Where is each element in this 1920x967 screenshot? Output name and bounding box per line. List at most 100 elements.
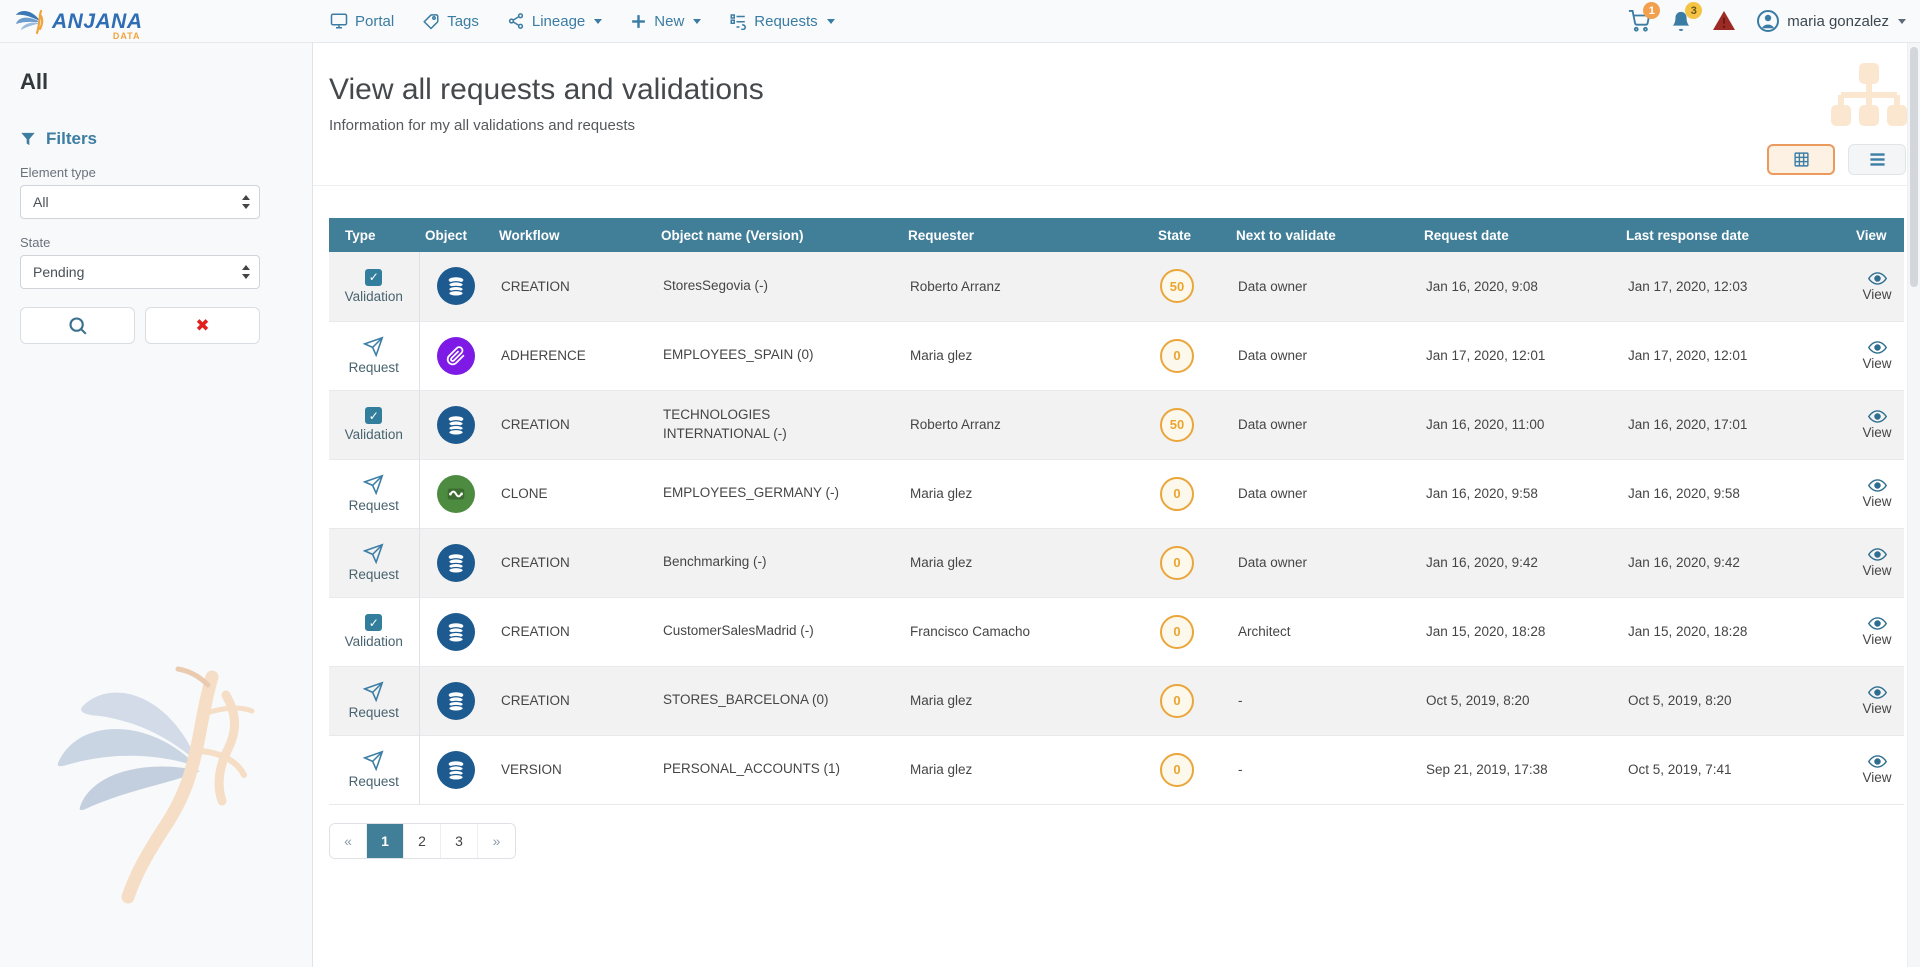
search-button[interactable] [20,307,135,344]
request-date-cell: Jan 16, 2020, 9:42 [1418,528,1620,597]
request-paper-plane-icon [363,474,384,495]
element-type-select[interactable]: All [20,185,260,219]
nav-item-lineage[interactable]: Lineage [507,12,602,30]
pagination-page-1[interactable]: 1 [367,824,404,858]
type-label: Validation [345,634,403,649]
view-button[interactable]: View [1862,616,1891,647]
sidebar-title: All [20,69,292,95]
type-cell: Validation [329,252,419,321]
nav-item-new[interactable]: New [630,13,701,30]
nav-item-portal[interactable]: Portal [330,12,394,30]
col-view: View [1850,218,1904,252]
object-icon [437,406,475,444]
requester-cell: Maria glez [902,735,1152,804]
last-response-date-cell: Jan 16, 2020, 9:42 [1620,528,1850,597]
view-button[interactable]: View [1862,271,1891,302]
last-response-date-cell: Oct 5, 2019, 7:41 [1620,735,1850,804]
type-label: Validation [345,427,403,442]
state-select-wrap: Pending [20,255,260,289]
object-name-cell: EMPLOYEES_GERMANY (-) [655,459,902,528]
requester-cell: Maria glez [902,666,1152,735]
scrollbar-thumb[interactable] [1910,47,1918,287]
workflow-cell: CREATION [493,597,655,666]
nav-label: Tags [447,13,479,30]
cart-badge: 1 [1643,2,1660,19]
pagination-page-2[interactable]: 2 [404,824,441,858]
view-button[interactable]: View [1862,547,1891,578]
main-content: View all requests and validations Inform… [313,43,1920,967]
next-to-validate-cell: Data owner [1230,459,1418,528]
state-badge: 0 [1160,546,1194,580]
workflow-cell: CREATION [493,666,655,735]
workflow-cell: CREATION [493,528,655,597]
next-to-validate-cell: - [1230,666,1418,735]
list-view-button[interactable] [1848,144,1906,175]
object-icon [437,613,475,651]
view-label: View [1862,632,1891,647]
state-cell: 0 [1152,666,1230,735]
view-button[interactable]: View [1862,340,1891,371]
object-name-cell: Benchmarking (-) [655,528,902,597]
pagination-next[interactable]: » [478,824,515,858]
cart-button[interactable]: 1 [1628,10,1650,32]
paperclip-icon [446,346,466,366]
view-button[interactable]: View [1862,409,1891,440]
table-row: Validation [329,390,1904,459]
object-icon [437,544,475,582]
object-cell [419,390,493,459]
state-badge: 0 [1160,339,1194,373]
validation-checkbox-icon [365,407,382,424]
request-date-cell: Jan 15, 2020, 18:28 [1418,597,1620,666]
view-cell: View [1850,459,1904,528]
table-row: Validation [329,597,1904,666]
state-select[interactable]: Pending [20,255,260,289]
requests-icon [729,12,747,30]
view-label: View [1862,425,1891,440]
requester-cell: Roberto Arranz [902,252,1152,321]
requester-cell: Maria glez [902,321,1152,390]
pagination-prev[interactable]: « [330,824,367,858]
state-cell: 0 [1152,321,1230,390]
last-response-date-cell: Jan 15, 2020, 18:28 [1620,597,1850,666]
nav-item-requests[interactable]: Requests [729,12,834,30]
clear-filters-button[interactable]: ✖ [145,307,260,344]
type-label: Request [349,498,399,513]
element-type-label: Element type [20,165,292,180]
type-cell: Request [329,735,419,804]
clear-x-icon: ✖ [195,316,209,336]
nav-item-tags[interactable]: Tags [422,12,479,30]
request-date-cell: Jan 16, 2020, 9:08 [1418,252,1620,321]
vertical-scrollbar[interactable] [1907,43,1920,967]
object-cell [419,459,493,528]
pagination-page-3[interactable]: 3 [441,824,478,858]
workflow-cell: ADHERENCE [493,321,655,390]
user-name: maria gonzalez [1787,13,1889,30]
col-last-response-date: Last response date [1620,218,1850,252]
next-to-validate-cell: Data owner [1230,528,1418,597]
object-icon [437,682,475,720]
view-cell: View [1850,252,1904,321]
notifications-badge: 3 [1685,2,1702,19]
type-cell: Validation [329,597,419,666]
pagination: « 1 2 3 » [329,823,516,859]
request-paper-plane-icon [363,543,384,564]
type-label: Request [349,360,399,375]
list-icon [1869,152,1886,167]
brand-logo[interactable]: ANJANA DATA [14,7,164,35]
table-row: Validation [329,252,1904,321]
view-button[interactable]: View [1862,478,1891,509]
notifications-button[interactable]: 3 [1670,10,1692,32]
page-header: View all requests and validations Inform… [313,43,1920,186]
state-cell: 0 [1152,528,1230,597]
table-view-button[interactable] [1767,144,1835,175]
user-menu[interactable]: maria gonzalez [1756,9,1906,33]
alerts-button[interactable] [1712,10,1736,32]
eye-icon [1868,271,1887,286]
view-button[interactable]: View [1862,685,1891,716]
table-row: Request [329,459,1904,528]
last-response-date-cell: Oct 5, 2019, 8:20 [1620,666,1850,735]
view-label: View [1862,356,1891,371]
view-cell: View [1850,735,1904,804]
last-response-date-cell: Jan 16, 2020, 17:01 [1620,390,1850,459]
view-button[interactable]: View [1862,754,1891,785]
